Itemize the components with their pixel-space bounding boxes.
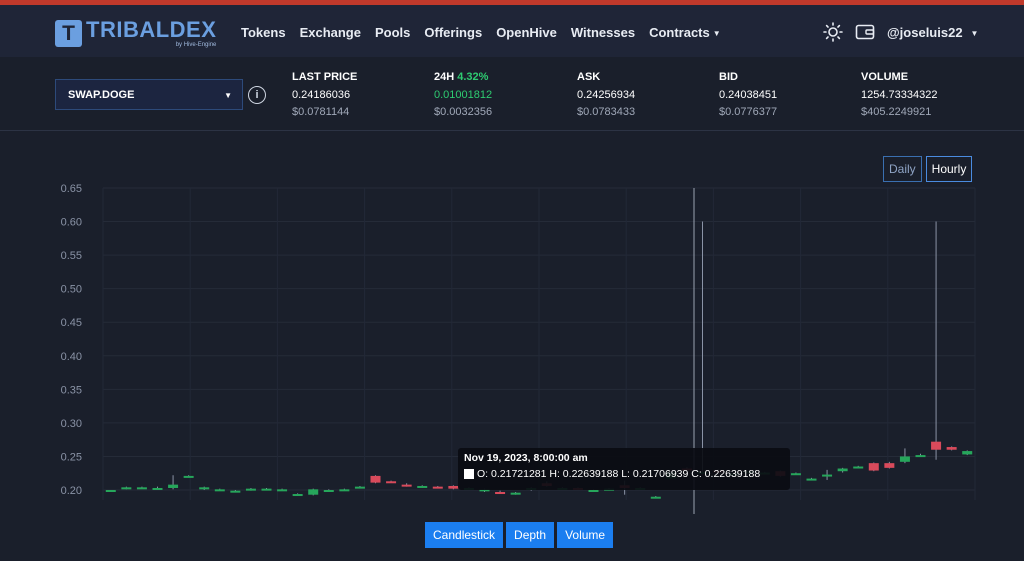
stat-last-price: LAST PRICE 0.24186036 $0.0781144 (292, 71, 358, 118)
info-icon[interactable]: i (248, 86, 266, 104)
candle-body[interactable] (946, 447, 957, 450)
y-tick-label: 0.40 (61, 351, 82, 363)
y-tick-label: 0.65 (61, 183, 82, 195)
candle-body[interactable] (136, 487, 147, 490)
candle-body[interactable] (339, 489, 350, 492)
candle-body[interactable] (915, 455, 926, 458)
candle-body[interactable] (308, 489, 319, 495)
brand-logo[interactable]: T TRIBALDEX by Hive-Engine (55, 19, 216, 48)
candle-body[interactable] (931, 441, 942, 450)
candle-body[interactable] (806, 478, 817, 481)
candle-body[interactable] (868, 463, 879, 471)
y-tick-label: 0.35 (61, 384, 82, 396)
chevron-down-icon: ▼ (970, 28, 979, 38)
y-tick-label: 0.60 (61, 217, 82, 229)
candle-body[interactable] (152, 487, 163, 490)
nav-offerings[interactable]: Offerings (424, 25, 482, 40)
candle-body[interactable] (822, 474, 833, 477)
theme-toggle-sun-icon[interactable] (823, 22, 843, 42)
candle-body[interactable] (214, 489, 225, 492)
tab-depth[interactable]: Depth (506, 522, 555, 548)
candle-body[interactable] (962, 451, 973, 455)
stat-volume: VOLUME 1254.73334322 $405.2249921 (861, 71, 938, 118)
candle-body[interactable] (837, 468, 848, 472)
stat-ask: ASK 0.24256934 $0.0783433 (577, 71, 636, 118)
tab-candlestick[interactable]: Candlestick (425, 522, 504, 548)
candle-body[interactable] (417, 485, 428, 488)
candle-body[interactable] (370, 475, 381, 483)
stat-24h-change: 24H 4.32% 0.01001812 $0.0032356 (434, 71, 493, 118)
candle-body[interactable] (261, 488, 272, 491)
candle-body[interactable] (121, 487, 132, 490)
y-tick-label: 0.55 (61, 250, 82, 262)
candle-body[interactable] (448, 485, 459, 489)
candle-body[interactable] (853, 466, 864, 469)
nav-contracts[interactable]: Contracts ▼ (649, 25, 721, 40)
nav-exchange[interactable]: Exchange (300, 25, 361, 40)
candle-body[interactable] (199, 487, 210, 490)
nav-right: @joseluis22 ▼ (823, 22, 978, 42)
candle-body[interactable] (354, 486, 365, 489)
candle-tooltip: Nov 19, 2023, 8:00:00 am O: 0.21721281 H… (458, 448, 790, 490)
candle-body[interactable] (510, 492, 521, 495)
candle-body[interactable] (292, 494, 303, 497)
brand-name: TRIBALDEX (86, 17, 217, 42)
nav-tokens[interactable]: Tokens (241, 25, 286, 40)
candle-body[interactable] (899, 456, 910, 462)
chart-type-tabs: Candlestick Depth Volume (425, 522, 614, 548)
navbar: T TRIBALDEX by Hive-Engine Tokens Exchan… (0, 5, 1024, 57)
logo-mark: T (55, 20, 82, 47)
symbol-select[interactable]: SWAP.DOGE ▼ (55, 79, 243, 110)
wallet-icon[interactable] (855, 22, 875, 42)
ticker-bar: SWAP.DOGE ▼ i LAST PRICE 0.24186036 $0.0… (0, 57, 1024, 131)
candle-body[interactable] (230, 490, 241, 493)
chevron-down-icon: ▼ (224, 91, 232, 100)
nav-pools[interactable]: Pools (375, 25, 410, 40)
y-tick-label: 0.50 (61, 284, 82, 296)
chevron-down-icon: ▼ (712, 29, 721, 39)
candle-body[interactable] (588, 490, 599, 492)
y-tick-label: 0.30 (61, 418, 82, 430)
y-tick-label: 0.45 (61, 317, 82, 329)
nav-witnesses[interactable]: Witnesses (571, 25, 635, 40)
nav-openhive[interactable]: OpenHive (496, 25, 557, 40)
tab-volume[interactable]: Volume (557, 522, 614, 548)
candle-body[interactable] (245, 488, 256, 491)
candle-body[interactable] (105, 490, 116, 492)
candle-body[interactable] (432, 486, 443, 489)
series-swatch (464, 469, 474, 480)
candle-body[interactable] (401, 484, 412, 487)
user-menu[interactable]: @joseluis22 ▼ (887, 25, 978, 40)
chart-area: Daily Hourly 0.65 0.60 0.55 0.50 0.45 0.40 0.3… (0, 132, 1024, 561)
candle-body[interactable] (168, 484, 179, 488)
stat-bid: BID 0.24038451 $0.0776377 (719, 71, 778, 118)
candle-body[interactable] (495, 492, 506, 495)
candle-body[interactable] (790, 473, 801, 476)
candle-body[interactable] (386, 481, 397, 484)
candle-body[interactable] (323, 490, 334, 492)
candle-body[interactable] (277, 489, 288, 492)
candle-body[interactable] (650, 496, 661, 499)
candle-body[interactable] (884, 463, 895, 468)
brand-sub: by Hive-Engine (175, 42, 217, 48)
nav-links: Tokens Exchange Pools Offerings OpenHive… (241, 25, 721, 40)
y-tick-label: 0.20 (61, 485, 82, 497)
candle-body[interactable] (183, 475, 194, 478)
y-tick-label: 0.25 (61, 451, 82, 463)
